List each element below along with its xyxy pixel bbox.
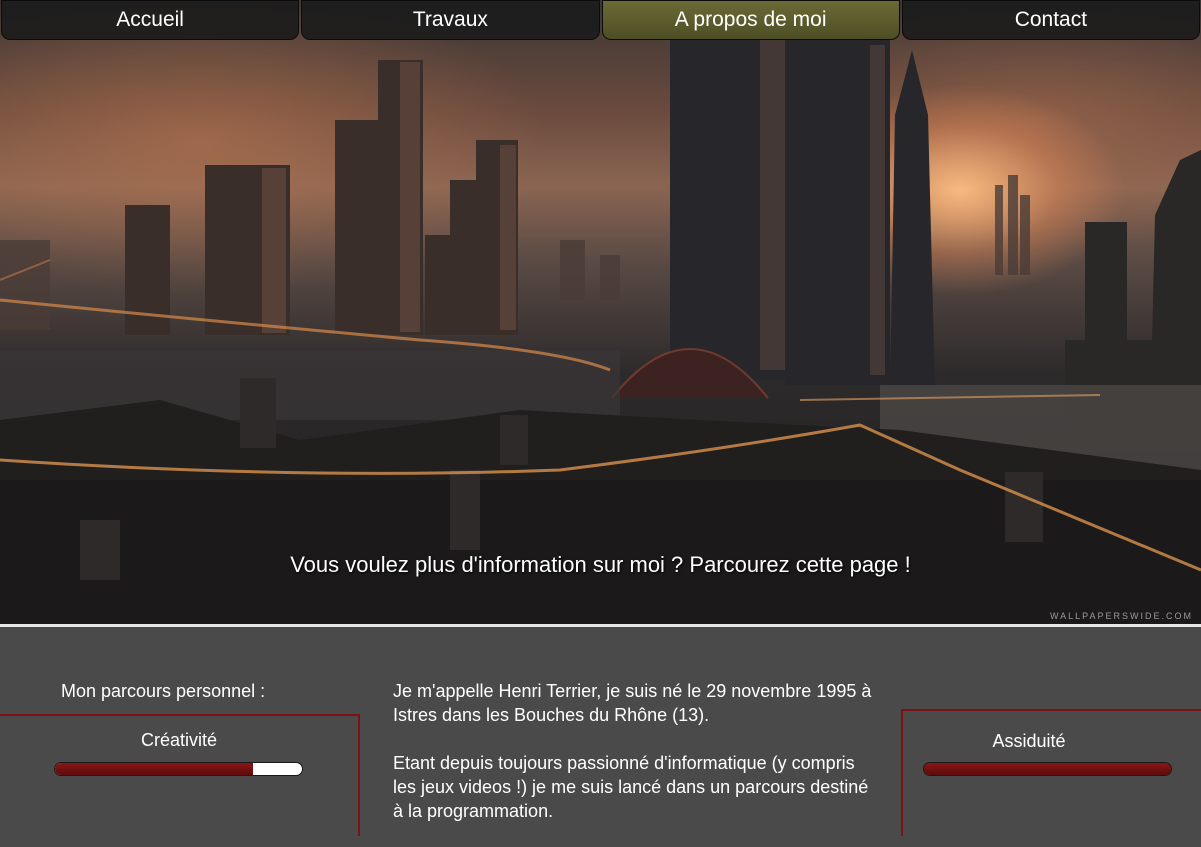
main-nav: Accueil Travaux A propos de moi Contact [0,0,1201,42]
city-skyline-image [0,25,1201,624]
bio-paragraph: Je m'appelle Henri Terrier, je suis né l… [393,681,872,725]
nav-tab-contact[interactable]: Contact [901,0,1200,40]
skill-progress-fill [55,763,253,775]
parcours-heading: Mon parcours personnel : [61,681,266,701]
nav-tab-travaux[interactable]: Travaux [301,0,600,40]
hero-tagline: Vous voulez plus d'information sur moi ?… [290,552,911,577]
skill-progress-fill [924,763,1171,775]
watermark: WALLPAPERSWIDE.COM [1049,611,1193,621]
skill-label: Assiduité [992,731,1066,751]
bio-text: Je m'appelle Henri Terrier, je suis né l… [393,679,873,847]
nav-tab-a-propos[interactable]: A propos de moi [601,0,900,40]
skill-card-assiduite: Assiduité [901,709,1201,836]
skill-card-creativite: Créativité [0,714,360,836]
skill-label: Créativité [140,730,218,750]
hero-banner: Vous voulez plus d'information sur moi ?… [0,0,1201,624]
bio-paragraph: Etant depuis toujours passionné d'inform… [393,753,869,821]
nav-tab-accueil[interactable]: Accueil [1,0,300,40]
skill-progress-bar [54,762,303,776]
skill-progress-bar [923,762,1172,776]
